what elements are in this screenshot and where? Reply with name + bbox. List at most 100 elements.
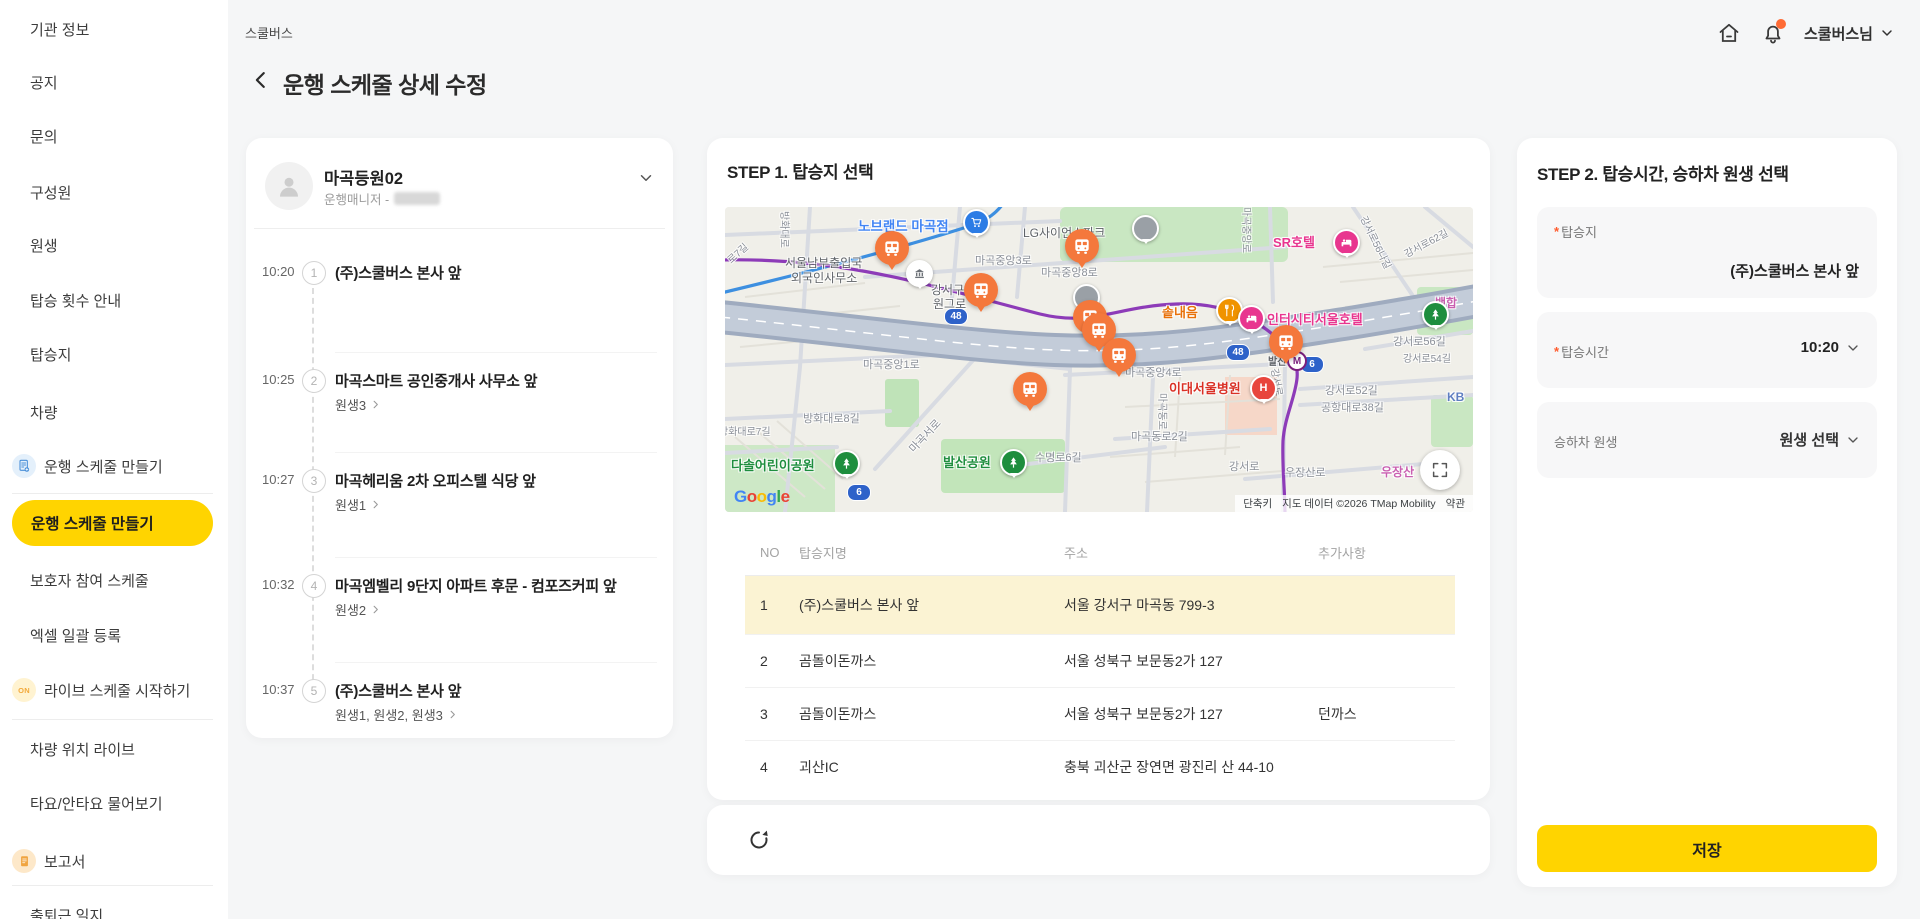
person-icon	[274, 171, 304, 201]
table-row[interactable]: 2 곰돌이돈까스 서울 성북구 보문동2가 127	[745, 634, 1455, 687]
pickup-time-select: 10:20	[1801, 339, 1861, 356]
app-window: 기관 정보 공지 문의 구성원 원생 탑승 횟수 안내 탑승지 차량 운행 스케…	[0, 0, 1920, 919]
table-header: NO 탑승지명 주소 추가사항	[745, 530, 1455, 575]
map-road-label: 방화대로8길	[803, 410, 860, 426]
chevron-right-icon	[447, 709, 458, 720]
sidebar-divider	[12, 885, 213, 886]
route-shield: 6	[847, 484, 871, 501]
breadcrumb: 스쿨버스	[245, 23, 293, 42]
save-button[interactable]: 저장	[1537, 825, 1877, 872]
refresh-button[interactable]	[747, 828, 771, 852]
map-road-label: 마곡중앙8로	[1041, 264, 1098, 280]
hotel-marker[interactable]	[1238, 305, 1265, 332]
chevron-right-icon	[370, 399, 381, 410]
redacted-manager-name	[394, 192, 440, 205]
stop-name[interactable]: (주)스쿨버스 본사 앞	[335, 262, 659, 283]
required-mark: *	[1554, 344, 1559, 359]
stop-time: 10:25	[262, 372, 302, 387]
sidebar-item-students[interactable]: 원생	[0, 234, 228, 256]
map-road-label: 마곡중앙1로	[863, 356, 920, 372]
map-shortcuts-link[interactable]: 단축키	[1243, 496, 1272, 511]
stop-students-link[interactable]: 원생2	[335, 600, 381, 619]
field-pickup-time[interactable]: * 탑승시간 10:20	[1537, 312, 1877, 388]
sidebar-item-members[interactable]: 구성원	[0, 181, 228, 203]
map-road-label: 마곡중앙3로	[975, 252, 1032, 268]
stop-students-link[interactable]: 원생1	[335, 495, 381, 514]
collapse-route-button[interactable]	[637, 169, 655, 187]
poi-marker[interactable]	[1132, 215, 1159, 242]
park-marker[interactable]	[1000, 449, 1027, 476]
sidebar-item-create-schedule-active[interactable]: 운행 스케줄 만들기	[12, 500, 213, 546]
map-attribution: 단축키 지도 데이터 ©2026 TMap Mobility 약관	[1235, 495, 1473, 512]
map[interactable]: 노브랜드 마곡점 LG사이언스파크 서울남부출입국 외국인사무소 마곡중앙3로 …	[725, 207, 1473, 512]
stop-students-link[interactable]: 원생3	[335, 395, 381, 414]
map-fullscreen-button[interactable]	[1420, 450, 1460, 490]
park-marker[interactable]	[833, 450, 860, 477]
chevron-right-icon	[370, 604, 381, 615]
sidebar-item-guardian-schedule[interactable]: 보호자 참여 스케줄	[0, 569, 228, 591]
field-students-select[interactable]: 승하차 원생 원생 선택	[1537, 402, 1877, 478]
map-terms-link[interactable]: 약관	[1446, 496, 1465, 511]
map-road-label: 강서로	[1229, 458, 1259, 474]
stop-name[interactable]: 마곡헤리움 2차 오피스텔 식당 앞	[335, 470, 659, 491]
sidebar-item-ride-count[interactable]: 탑승 횟수 안내	[0, 289, 228, 311]
government-office-marker[interactable]	[906, 260, 933, 287]
sidebar-item-report[interactable]: 보고서	[0, 850, 228, 872]
hotel-marker[interactable]	[1333, 229, 1360, 256]
store-marker[interactable]	[963, 209, 990, 236]
home-button[interactable]	[1716, 20, 1742, 46]
sidebar-item-live-schedule-start[interactable]: ON 라이브 스케줄 시작하기	[0, 679, 228, 701]
step1-title: STEP 1. 탑승지 선택	[727, 158, 873, 183]
report-doc-icon	[12, 849, 36, 873]
stop-time: 10:37	[262, 682, 302, 697]
bank-icon	[913, 267, 926, 280]
map-label: 다솔어린이공원	[731, 455, 815, 474]
chevron-down-icon	[1845, 432, 1861, 448]
sidebar-item-org-info[interactable]: 기관 정보	[0, 18, 228, 40]
bus-icon	[1109, 345, 1129, 365]
table-row[interactable]: 3 곰돌이돈까스 서울 성북구 보문동2가 127 던까스	[745, 687, 1455, 740]
sidebar: 기관 정보 공지 문의 구성원 원생 탑승 횟수 안내 탑승지 차량 운행 스케…	[0, 0, 228, 919]
bus-stop-marker[interactable]	[1102, 338, 1136, 372]
map-road-label: 마곡동로2길	[1131, 428, 1188, 444]
sidebar-item-stops[interactable]: 탑승지	[0, 343, 228, 365]
sidebar-item-create-schedule[interactable]: 운행 스케줄 만들기	[0, 455, 228, 477]
sidebar-item-boarding-question[interactable]: 타요/안타요 물어보기	[0, 792, 228, 814]
stop-students-link[interactable]: 원생1, 원생2, 원생3	[335, 705, 458, 724]
sidebar-item-commute-log[interactable]: 출퇴근 일지	[0, 904, 228, 919]
bus-stop-marker[interactable]	[875, 231, 909, 265]
route-schedule-card: 마곡등원02 운행매니저 - 10:20 1 (주)스쿨버스 본사 앞 10:2…	[246, 138, 673, 738]
bus-icon	[1020, 379, 1040, 399]
bus-stop-marker[interactable]	[964, 273, 998, 307]
park-marker[interactable]	[1422, 301, 1449, 328]
stop-name[interactable]: (주)스쿨버스 본사 앞	[335, 680, 659, 701]
table-row[interactable]: 4 괴산IC 충북 괴산군 장연면 광진리 산 44-10	[745, 740, 1455, 793]
sidebar-item-vehicle-location-live[interactable]: 차량 위치 라이브	[0, 738, 228, 760]
map-road-label: 강서로52길	[1325, 382, 1378, 398]
chevron-down-icon	[1845, 340, 1861, 356]
hospital-marker[interactable]: H	[1250, 375, 1277, 402]
bus-stop-marker[interactable]	[1013, 372, 1047, 406]
bus-icon	[882, 238, 902, 258]
stop-name[interactable]: 마곡스마트 공인중개사 사무소 앞	[335, 370, 659, 391]
bed-icon	[1340, 236, 1353, 249]
stops-table: NO 탑승지명 주소 추가사항 1 (주)스쿨버스 본사 앞 서울 강서구 마곡…	[745, 530, 1455, 793]
sidebar-item-excel-bulk[interactable]: 엑셀 일괄 등록	[0, 624, 228, 646]
notification-button[interactable]	[1760, 20, 1786, 46]
avatar	[265, 162, 313, 210]
user-menu[interactable]: 스쿨버스님	[1804, 23, 1895, 44]
table-row-selected[interactable]: 1 (주)스쿨버스 본사 앞 서울 강서구 마곡동 799-3	[745, 575, 1455, 634]
bus-icon	[1089, 320, 1109, 340]
bus-stop-marker[interactable]	[1269, 325, 1303, 359]
back-button[interactable]	[250, 69, 272, 91]
bus-stop-marker[interactable]	[1065, 229, 1099, 263]
stop-name[interactable]: 마곡엠벨리 9단지 아파트 후문 - 컴포즈커피 앞	[335, 575, 659, 596]
stop-time: 10:32	[262, 577, 302, 592]
sidebar-item-notice[interactable]: 공지	[0, 71, 228, 93]
map-road-label: 강서로56길	[1393, 333, 1446, 349]
google-logo[interactable]: Google	[734, 487, 790, 507]
stop-number: 4	[302, 574, 326, 598]
sidebar-item-inquiry[interactable]: 문의	[0, 125, 228, 147]
sidebar-item-vehicles[interactable]: 차량	[0, 401, 228, 423]
stop-number: 1	[302, 261, 326, 285]
